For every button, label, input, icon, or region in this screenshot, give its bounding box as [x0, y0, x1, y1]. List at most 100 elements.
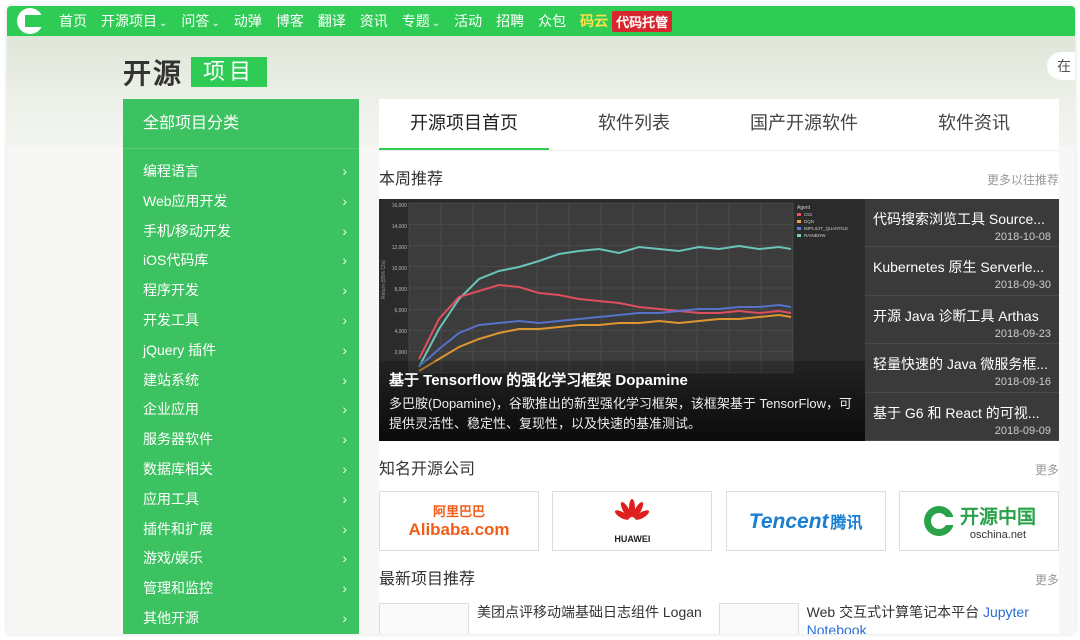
- recommend-item[interactable]: 基于 G6 和 React 的可视... 2018-09-09: [865, 393, 1059, 441]
- sidebar-item[interactable]: 开发工具 ›: [123, 306, 359, 336]
- chevron-right-icon: ›: [342, 222, 347, 239]
- tab[interactable]: 软件资讯: [889, 99, 1059, 150]
- nav-item-label: 问答: [181, 13, 210, 29]
- search-input[interactable]: 在 4: [1047, 52, 1075, 80]
- sidebar-item-label: 插件和扩展: [143, 520, 213, 537]
- nav-item-label: 资讯: [359, 13, 388, 29]
- sidebar-item[interactable]: Web应用开发 ›: [123, 187, 359, 217]
- latest-item[interactable]: 美团点评移动端基础日志组件 Logan: [379, 603, 719, 634]
- company-huawei[interactable]: HUAWEI: [552, 491, 713, 551]
- tab[interactable]: 开源项目首页: [379, 99, 549, 150]
- weekly-title: 本周推荐: [379, 171, 444, 188]
- latest-item[interactable]: Web 交互式计算笔记本平台 Jupyter Notebook: [719, 603, 1059, 634]
- chart-legend-swatch: [797, 213, 801, 216]
- nav-item-label: 众包: [538, 13, 567, 29]
- sidebar-item[interactable]: 程序开发 ›: [123, 276, 359, 306]
- nav-items: 首页 开源项目 ⌄ 问答 ⌄ 动弹 博客 翻译 资讯 专题 ⌄ 活动 招聘 众包: [59, 11, 580, 31]
- company-tencent[interactable]: Tencent 腾讯: [725, 491, 886, 551]
- chart-ytick-label: 10,000: [392, 266, 408, 272]
- nav-item[interactable]: 活动: [454, 11, 482, 31]
- nav-mayun-link[interactable]: 码云: [580, 11, 608, 31]
- company-oschina[interactable]: 开源中国 oschina.net: [898, 491, 1059, 551]
- chevron-right-icon: ›: [342, 252, 347, 269]
- nav-item-label: 动弹: [233, 13, 262, 29]
- sidebar-item-label: 企业应用: [143, 401, 199, 418]
- page-title-main: 开源: [123, 58, 184, 89]
- main-content: 开源项目首页 软件列表 国产开源软件 软件资讯 本周推荐 更多以往推荐 16,000 1…: [379, 99, 1059, 634]
- chevron-right-icon: ›: [342, 431, 347, 448]
- category-sidebar: 全部项目分类 编程语言 › Web应用开发 › 手机/移动开发 › iOS代码库 › 程序开发 ›…: [123, 99, 359, 634]
- nav-item[interactable]: 资讯: [360, 11, 388, 31]
- sidebar-item[interactable]: 插件和扩展 ›: [123, 515, 359, 545]
- chart-ytick-label: 16,000: [392, 203, 408, 209]
- recommend-item[interactable]: 代码搜索浏览工具 Source... 2018-10-08: [865, 199, 1059, 248]
- nav-code-hosting-badge[interactable]: 代码托管: [612, 10, 673, 32]
- recommend-item-title: Kubernetes 原生 Serverle...: [873, 259, 1045, 276]
- featured-area: 16,000 14,000 12,000 10,000 8,000 6,000 4,000 2…: [379, 199, 1059, 441]
- sidebar-item[interactable]: 编程语言 ›: [123, 157, 359, 187]
- company-alibaba[interactable]: 阿里巴巴 Alibaba.com: [379, 491, 539, 551]
- page-title: 开源 项目: [123, 52, 268, 92]
- oschina-c-icon: [923, 506, 955, 536]
- sidebar-item[interactable]: jQuery 插件 ›: [123, 336, 359, 366]
- companies-more-link[interactable]: 更多: [1035, 461, 1059, 478]
- huawei-petals-icon: [615, 498, 650, 520]
- chart-ytick-label: 8,000: [394, 287, 407, 293]
- nav-item[interactable]: 博客: [276, 11, 304, 31]
- nav-item[interactable]: 招聘: [496, 11, 524, 31]
- sidebar-item[interactable]: 服务器软件 ›: [123, 425, 359, 455]
- chevron-right-icon: ›: [342, 401, 347, 418]
- nav-item[interactable]: 首页: [59, 11, 87, 31]
- companies-title: 知名开源公司: [379, 461, 476, 478]
- latest-title: 最新项目推荐: [379, 571, 476, 588]
- sidebar-item[interactable]: 管理和监控 ›: [123, 574, 359, 604]
- main-tabs: 开源项目首页 软件列表 国产开源软件 软件资讯: [379, 99, 1059, 151]
- sidebar-item-label: 数据库相关: [143, 460, 213, 477]
- sidebar-item[interactable]: iOS代码库 ›: [123, 246, 359, 276]
- page-title-tag: 项目: [191, 57, 268, 87]
- nav-item[interactable]: 专题 ⌄: [402, 11, 440, 31]
- hero-description: 多巴胺(Dopamine)，谷歌推出的新型强化学习框架，该框架基于 Tensor…: [389, 396, 852, 431]
- sidebar-header[interactable]: 全部项目分类: [123, 99, 359, 149]
- oschina-logo-icon[interactable]: [17, 8, 43, 34]
- sidebar-item[interactable]: 建站系统 ›: [123, 366, 359, 396]
- sidebar-item[interactable]: 应用工具 ›: [123, 485, 359, 515]
- chart-legend-swatch: [797, 227, 801, 230]
- sidebar-item-label: 应用工具: [143, 490, 199, 507]
- alibaba-logo-icon: 阿里巴巴 Alibaba.com: [408, 503, 509, 539]
- sidebar-item-label: 建站系统: [143, 371, 199, 388]
- sidebar-item[interactable]: 数据库相关 ›: [123, 455, 359, 485]
- hero-title[interactable]: 基于 Tensorflow 的强化学习框架 Dopamine: [389, 369, 855, 390]
- featured-hero[interactable]: 16,000 14,000 12,000 10,000 8,000 6,000 4,000 2…: [379, 199, 865, 441]
- latest-item-prefix: Web 交互式计算笔记本平台: [806, 604, 983, 620]
- hero-caption: 基于 Tensorflow 的强化学习框架 Dopamine 多巴胺(Dopam…: [379, 361, 865, 441]
- chart-legend-label: C51: [804, 212, 813, 217]
- latest-more-link[interactable]: 更多: [1035, 571, 1059, 588]
- nav-item[interactable]: 翻译: [318, 11, 346, 31]
- huawei-label: HUAWEI: [614, 533, 651, 544]
- sidebar-item[interactable]: 游戏/娱乐 ›: [123, 544, 359, 574]
- tab[interactable]: 软件列表: [549, 99, 719, 150]
- tencent-en-label: Tencent: [748, 509, 829, 533]
- chevron-right-icon: ›: [342, 192, 347, 209]
- chart-legend-swatch: [797, 220, 801, 223]
- weekly-more-link[interactable]: 更多以往推荐: [987, 171, 1059, 188]
- sidebar-item[interactable]: 其他开源 ›: [123, 604, 359, 634]
- sidebar-item[interactable]: 手机/移动开发 ›: [123, 217, 359, 247]
- chevron-right-icon: ›: [342, 520, 347, 537]
- nav-item[interactable]: 问答 ⌄: [181, 11, 219, 31]
- chart-legend-label: DQN: [804, 219, 814, 224]
- nav-item[interactable]: 开源项目 ⌄: [101, 11, 167, 31]
- nav-item[interactable]: 众包: [538, 11, 566, 31]
- recommend-item[interactable]: 开源 Java 诊断工具 Arthas 2018-09-23: [865, 296, 1059, 345]
- chart-ylabel: Return (95% CIs): [381, 260, 387, 299]
- chevron-right-icon: ›: [342, 460, 347, 477]
- sidebar-item[interactable]: 企业应用 ›: [123, 395, 359, 425]
- tab[interactable]: 国产开源软件: [719, 99, 889, 150]
- nav-item[interactable]: 动弹: [234, 11, 262, 31]
- recommend-item[interactable]: 轻量快速的 Java 微服务框... 2018-09-16: [865, 344, 1059, 393]
- sidebar-item-label: 游戏/娱乐: [143, 550, 203, 567]
- recommend-item-date: 2018-09-30: [994, 279, 1051, 292]
- recommend-item[interactable]: Kubernetes 原生 Serverle... 2018-09-30: [865, 247, 1059, 296]
- latest-section-header: 最新项目推荐 更多: [379, 565, 1059, 589]
